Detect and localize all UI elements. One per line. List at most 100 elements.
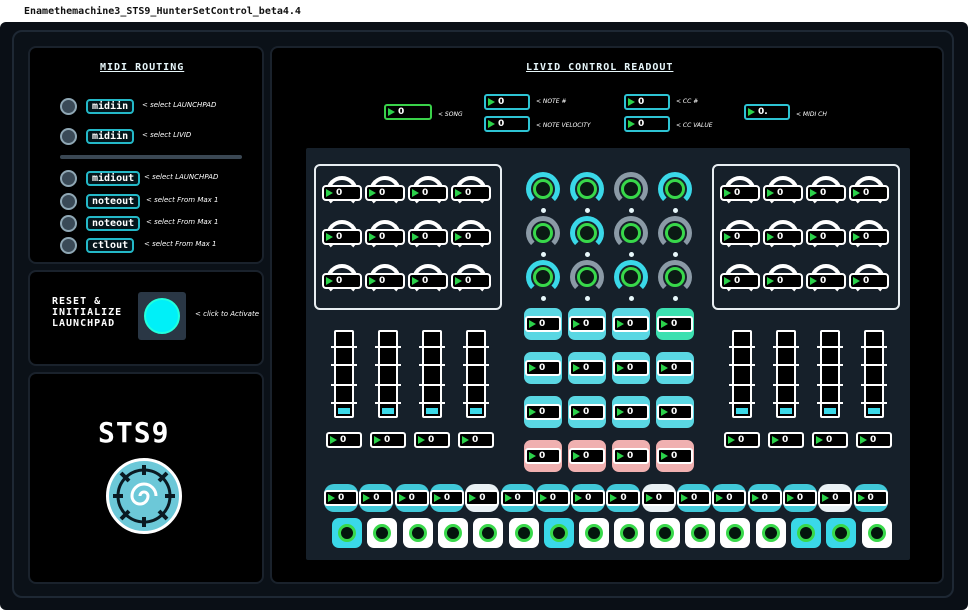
rotary-knob[interactable] — [612, 260, 650, 302]
toggle-button[interactable]: 0 — [641, 484, 676, 512]
ctlout-object[interactable]: ctlout — [86, 238, 135, 253]
encoder[interactable]: 0 — [408, 176, 448, 212]
fader-value[interactable]: 0 — [856, 432, 892, 448]
fader[interactable] — [463, 330, 489, 418]
encoder[interactable]: 0 — [322, 176, 362, 212]
fader-value[interactable]: 0 — [724, 432, 760, 448]
toggle-button[interactable]: 0 — [324, 484, 358, 512]
note-velocity-number[interactable]: 0 — [484, 116, 530, 132]
rotary-knob[interactable] — [656, 172, 694, 214]
toggle-button[interactable]: 0 — [571, 484, 606, 512]
encoder[interactable]: 0 — [322, 220, 362, 256]
rotary-knob[interactable] — [568, 216, 606, 258]
encoder[interactable]: 0 — [451, 176, 491, 212]
pad[interactable]: 0 — [568, 352, 606, 384]
pad-button[interactable] — [649, 518, 680, 548]
toggle-button[interactable]: 0 — [500, 484, 535, 512]
pad-button[interactable] — [579, 518, 610, 548]
toggle-button[interactable]: 0 — [818, 484, 853, 512]
encoder[interactable]: 0 — [849, 264, 889, 300]
pad-button[interactable] — [826, 518, 857, 548]
encoder[interactable]: 0 — [720, 220, 760, 256]
toggle-button[interactable]: 0 — [712, 484, 747, 512]
encoder[interactable]: 0 — [451, 220, 491, 256]
pad[interactable]: 0 — [612, 396, 650, 428]
pad[interactable]: 0 — [568, 440, 606, 472]
note-number[interactable]: 0 — [484, 94, 530, 110]
toggle-button[interactable]: 0 — [429, 484, 464, 512]
cc-value-number[interactable]: 0 — [624, 116, 670, 132]
encoder[interactable]: 0 — [365, 176, 405, 212]
fader[interactable] — [729, 330, 755, 418]
rotary-knob[interactable] — [568, 260, 606, 302]
encoder[interactable]: 0 — [763, 220, 803, 256]
pad-button[interactable] — [755, 518, 786, 548]
pad[interactable]: 0 — [524, 352, 562, 384]
pad-button[interactable] — [685, 518, 715, 548]
pad[interactable]: 0 — [524, 440, 562, 472]
routing-select-button[interactable] — [60, 170, 77, 187]
fader[interactable] — [419, 330, 445, 418]
encoder[interactable]: 0 — [365, 264, 405, 300]
routing-select-button[interactable] — [60, 193, 77, 210]
encoder[interactable]: 0 — [806, 176, 846, 212]
midiin-object[interactable]: midiin — [86, 129, 135, 144]
pad-button[interactable] — [508, 518, 539, 548]
toggle-button[interactable]: 0 — [394, 484, 429, 512]
encoder[interactable]: 0 — [322, 264, 362, 300]
pad-button[interactable] — [367, 518, 398, 548]
fader[interactable] — [331, 330, 357, 418]
rotary-knob[interactable] — [568, 172, 606, 214]
cc-number[interactable]: 0 — [624, 94, 670, 110]
routing-select-button[interactable] — [60, 237, 77, 254]
fader[interactable] — [861, 330, 887, 418]
pad[interactable]: 0 — [524, 308, 562, 340]
toggle-button[interactable]: 0 — [747, 484, 782, 512]
encoder[interactable]: 0 — [806, 264, 846, 300]
midiout-object[interactable]: midiout — [86, 171, 141, 186]
encoder[interactable]: 0 — [849, 176, 889, 212]
fader[interactable] — [817, 330, 843, 418]
pad-button[interactable] — [402, 518, 433, 548]
pad-button[interactable] — [790, 518, 821, 548]
pad[interactable]: 0 — [656, 440, 694, 472]
rotary-knob[interactable] — [524, 172, 562, 214]
rotary-knob[interactable] — [612, 172, 650, 214]
noteout-object[interactable]: noteout — [86, 216, 141, 231]
song-number[interactable]: 0 — [384, 104, 432, 120]
toggle-button[interactable]: 0 — [465, 484, 500, 512]
fader[interactable] — [773, 330, 799, 418]
encoder[interactable]: 0 — [720, 176, 760, 212]
toggle-button[interactable]: 0 — [782, 484, 817, 512]
fader-value[interactable]: 0 — [414, 432, 450, 448]
pad-button[interactable] — [332, 518, 362, 548]
pad[interactable]: 0 — [656, 308, 694, 340]
midi-channel-number[interactable]: 0. — [744, 104, 790, 120]
fader-value[interactable]: 0 — [768, 432, 804, 448]
encoder[interactable]: 0 — [763, 176, 803, 212]
encoder[interactable]: 0 — [720, 264, 760, 300]
toggle-button[interactable]: 0 — [677, 484, 711, 512]
toggle-button[interactable]: 0 — [606, 484, 641, 512]
encoder[interactable]: 0 — [806, 220, 846, 256]
routing-select-button[interactable] — [60, 128, 77, 145]
fader[interactable] — [375, 330, 401, 418]
encoder[interactable]: 0 — [408, 220, 448, 256]
rotary-knob[interactable] — [524, 260, 562, 302]
routing-select-button[interactable] — [60, 215, 77, 232]
midiin-object[interactable]: midiin — [86, 99, 135, 114]
toggle-button[interactable]: 0 — [359, 484, 394, 512]
rotary-knob[interactable] — [656, 260, 694, 302]
pad[interactable]: 0 — [568, 308, 606, 340]
pad[interactable]: 0 — [656, 396, 694, 428]
encoder[interactable]: 0 — [849, 220, 889, 256]
pad[interactable]: 0 — [612, 440, 650, 472]
toggle-button[interactable]: 0 — [535, 484, 570, 512]
pad-button[interactable] — [720, 518, 751, 548]
encoder[interactable]: 0 — [408, 264, 448, 300]
routing-select-button[interactable] — [60, 98, 77, 115]
pad-button[interactable] — [543, 518, 574, 548]
noteout-object[interactable]: noteout — [86, 194, 141, 209]
fader-value[interactable]: 0 — [326, 432, 362, 448]
fader-value[interactable]: 0 — [458, 432, 494, 448]
